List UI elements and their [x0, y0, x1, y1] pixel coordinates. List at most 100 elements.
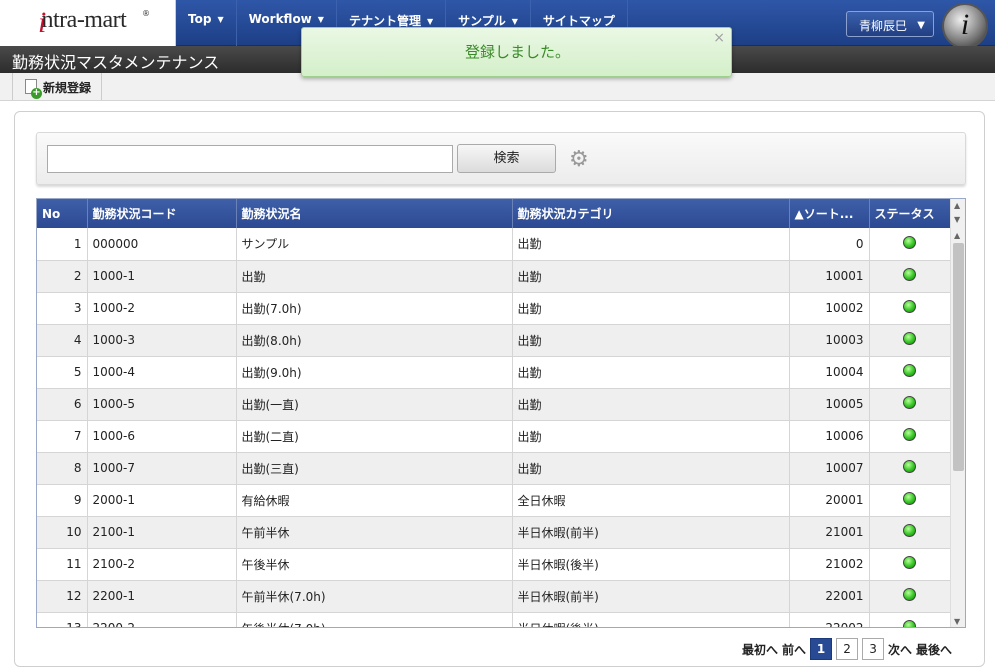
pagination: 最初へ 前へ 1 2 3 次へ 最後へ — [742, 638, 956, 660]
column-header-code[interactable]: 勤務状況コード — [87, 199, 237, 228]
search-area: 検索 ⚙ — [36, 132, 966, 185]
table-row[interactable]: 3 1000-2 出勤(7.0h) 出勤 10002 — [37, 292, 951, 325]
im-info-icon[interactable]: i — [942, 3, 988, 49]
cell-code: 000000 — [87, 228, 237, 261]
table-row[interactable]: 7 1000-6 出勤(二直) 出勤 10006 — [37, 420, 951, 453]
table-row[interactable]: 11 2100-2 午後半休 半日休暇(後半) 21002 — [37, 548, 951, 581]
user-menu-button[interactable]: 青柳辰巳 ▼ — [846, 11, 934, 37]
pager-next-link[interactable]: 次へ — [888, 641, 912, 658]
search-button[interactable]: 検索 — [457, 144, 556, 173]
table-row[interactable]: 5 1000-4 出勤(9.0h) 出勤 10004 — [37, 356, 951, 389]
logo-text: ntra-mart — [41, 7, 127, 33]
table-row[interactable]: 8 1000-7 出勤(三直) 出勤 10007 — [37, 452, 951, 485]
cell-code: 1000-3 — [87, 324, 237, 357]
cell-no: 5 — [37, 356, 88, 389]
cell-code: 1000-2 — [87, 292, 237, 325]
scroll-down-arrow-icon[interactable]: ▼ — [954, 617, 960, 626]
cell-category: 出勤 — [512, 452, 790, 485]
cell-sort: 21001 — [789, 516, 870, 549]
cell-name: 有給休暇 — [236, 484, 513, 517]
cell-name: 出勤(一直) — [236, 388, 513, 421]
pager-page-2[interactable]: 2 — [836, 638, 859, 660]
new-document-icon — [25, 79, 42, 99]
chevron-down-icon: ▼ — [317, 15, 324, 24]
cell-category: 出勤 — [512, 356, 790, 389]
chevron-down-icon: ▼ — [917, 20, 925, 31]
cell-category: 出勤 — [512, 260, 790, 293]
status-active-icon — [903, 460, 916, 473]
table-row[interactable]: 2 1000-1 出勤 出勤 10001 — [37, 260, 951, 293]
logo-registered-mark: ® — [142, 9, 150, 18]
cell-no: 6 — [37, 388, 88, 421]
scrollbar-thumb[interactable] — [953, 243, 964, 471]
table-row[interactable]: 132200-2午後半休(7.0h)半日休暇(後半)22002 — [37, 612, 951, 627]
cell-sort: 0 — [789, 228, 870, 261]
pager-page-1[interactable]: 1 — [810, 638, 833, 660]
pager-prev-link[interactable]: 前へ — [782, 641, 806, 658]
cell-code: 1000-6 — [87, 420, 237, 453]
gear-icon[interactable]: ⚙ — [569, 149, 591, 171]
notification-message: 登録しました。 — [464, 43, 570, 61]
cell-category: 半日休暇(前半) — [512, 580, 790, 613]
cell-status — [869, 580, 951, 613]
table-row[interactable]: 10 2100-1 午前半休 半日休暇(前半) 21001 — [37, 516, 951, 549]
column-header-name[interactable]: 勤務状況名 — [236, 199, 513, 228]
table-row[interactable]: 6 1000-5 出勤(一直) 出勤 10005 — [37, 388, 951, 421]
pager-first-link[interactable]: 最初へ — [742, 641, 778, 658]
pager-last-link[interactable]: 最後へ — [916, 641, 952, 658]
table-row[interactable]: 12 2200-1 午前半休(7.0h) 半日休暇(前半) 22001 — [37, 580, 951, 613]
status-active-icon — [903, 396, 916, 409]
scroll-up-arrow-icon[interactable]: ▲ — [954, 201, 960, 210]
cell-no: 3 — [37, 292, 88, 325]
cell-code: 1000-7 — [87, 452, 237, 485]
new-register-button[interactable]: 新規登録 — [12, 73, 103, 100]
cell-category: 出勤 — [512, 388, 790, 421]
status-active-icon — [903, 364, 916, 377]
column-header-sort[interactable]: ▲ソート... — [789, 199, 870, 228]
cell-status — [869, 484, 951, 517]
intra-mart-logo[interactable]: i ntra-mart ® — [0, 0, 176, 46]
scroll-down-arrow-icon[interactable]: ▼ — [954, 215, 960, 224]
cell-status — [869, 260, 951, 293]
cell-no: 12 — [37, 580, 88, 613]
cell-code: 2100-1 — [87, 516, 237, 549]
cell-no: 13 — [37, 612, 88, 627]
result-table: No 勤務状況コード 勤務状況名 勤務状況カテゴリ ▲ソート... ステータス … — [37, 199, 951, 627]
status-active-icon — [903, 300, 916, 313]
cell-status — [869, 452, 951, 485]
pager-page-3[interactable]: 3 — [862, 638, 885, 660]
toolbar: 新規登録 — [0, 73, 995, 101]
cell-name: 午前半休(7.0h) — [236, 580, 513, 613]
scroll-up-arrow-icon[interactable]: ▲ — [954, 231, 960, 240]
cell-code: 1000-4 — [87, 356, 237, 389]
column-header-status[interactable]: ステータス — [869, 199, 951, 228]
table-row[interactable]: 1 000000 サンプル 出勤 0 — [37, 228, 951, 261]
user-name: 青柳辰巳 — [859, 19, 908, 33]
cell-no: 4 — [37, 324, 88, 357]
cell-code: 1000-1 — [87, 260, 237, 293]
cell-no: 2 — [37, 260, 88, 293]
table-row[interactable]: 4 1000-3 出勤(8.0h) 出勤 10003 — [37, 324, 951, 357]
nav-top[interactable]: Top ▼ — [176, 0, 237, 46]
column-header-category[interactable]: 勤務状況カテゴリ — [512, 199, 790, 228]
search-input[interactable] — [47, 145, 453, 173]
cell-status — [869, 356, 951, 389]
grid-scrollbar[interactable]: ▲ ▼ ▲ ▼ — [950, 199, 965, 627]
cell-status — [869, 292, 951, 325]
cell-no: 8 — [37, 452, 88, 485]
result-grid: No 勤務状況コード 勤務状況名 勤務状況カテゴリ ▲ソート... ステータス … — [36, 198, 966, 628]
status-active-icon — [903, 620, 916, 627]
cell-status — [869, 388, 951, 421]
cell-code: 2000-1 — [87, 484, 237, 517]
cell-name: 午後半休(7.0h) — [236, 612, 513, 627]
column-header-no[interactable]: No — [37, 199, 88, 228]
cell-sort: 20001 — [789, 484, 870, 517]
cell-sort: 10005 — [789, 388, 870, 421]
cell-name: 出勤(三直) — [236, 452, 513, 485]
status-active-icon — [903, 556, 916, 569]
close-icon[interactable]: × — [713, 30, 725, 46]
cell-name: 午前半休 — [236, 516, 513, 549]
cell-status — [869, 228, 951, 261]
page-title: 勤務状況マスタメンテナンス — [12, 53, 220, 72]
table-row[interactable]: 9 2000-1 有給休暇 全日休暇 20001 — [37, 484, 951, 517]
